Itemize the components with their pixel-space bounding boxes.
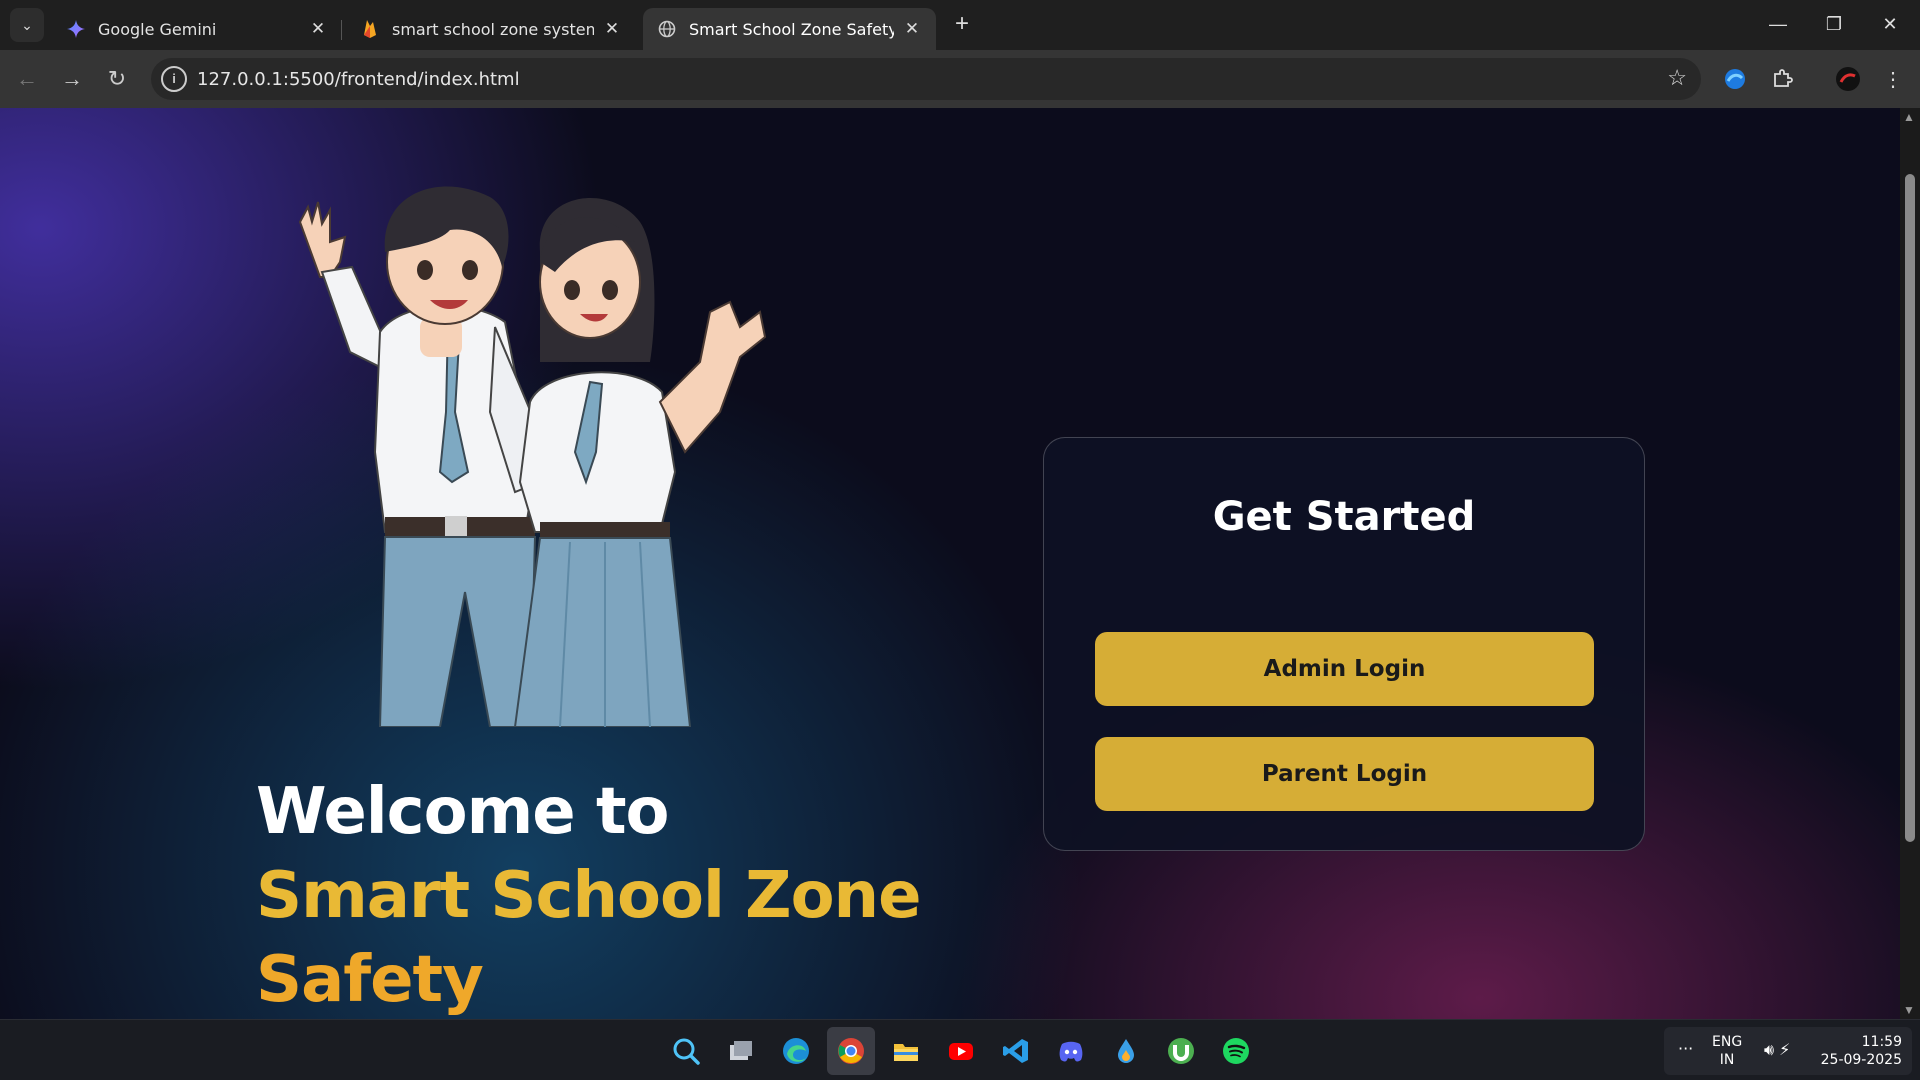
reload-icon: ↻ bbox=[107, 66, 127, 91]
lang-region: IN bbox=[1719, 1052, 1735, 1068]
close-icon[interactable]: ✕ bbox=[902, 19, 922, 39]
scroll-up-icon[interactable]: ▲ bbox=[1903, 110, 1915, 124]
welcome-line-1: Welcome to bbox=[256, 775, 669, 849]
menu-kebab-icon[interactable]: ⋮ bbox=[1878, 64, 1908, 94]
chevron-down-icon: ⌄ bbox=[21, 17, 33, 33]
arrow-left-icon: ← bbox=[16, 66, 38, 91]
welcome-heading: Welcome to Smart School Zone Safety bbox=[256, 770, 921, 1019]
web-page: Welcome to Smart School Zone Safety Get … bbox=[0, 108, 1900, 1019]
girl-figure bbox=[513, 198, 767, 727]
bookmark-star-icon[interactable]: ☆ bbox=[1667, 65, 1687, 91]
browser-tab-strip: ⌄ Google Gemini ✕ smart school zone syst… bbox=[0, 0, 1920, 50]
tab-google-gemini[interactable]: Google Gemini ✕ bbox=[52, 8, 342, 50]
discord-icon[interactable] bbox=[1047, 1027, 1095, 1075]
tab-firebase[interactable]: smart school zone system – Dat ✕ bbox=[346, 8, 636, 50]
search-icon[interactable] bbox=[662, 1027, 710, 1075]
browser-toolbar: ← → ↻ i 127.0.0.1:5500/frontend/index.ht… bbox=[0, 50, 1920, 108]
page-scrollbar[interactable]: ▲ ▼ bbox=[1900, 108, 1920, 1019]
site-info-icon[interactable]: i bbox=[161, 66, 187, 92]
vscode-icon[interactable] bbox=[992, 1027, 1040, 1075]
extensions-puzzle-icon[interactable] bbox=[1767, 64, 1797, 94]
tab-title: smart school zone system – Dat bbox=[392, 19, 594, 39]
firebase-icon bbox=[360, 19, 380, 39]
youtube-icon[interactable] bbox=[937, 1027, 985, 1075]
globe-icon bbox=[657, 19, 677, 39]
system-tray: ··· ENG IN 🔊︎ ⚡︎ 11:59 25-09-2025 bbox=[1664, 1027, 1912, 1075]
volume-battery-icon[interactable]: 🔊︎ ⚡︎ bbox=[1764, 1040, 1790, 1060]
close-window-button[interactable]: ✕ bbox=[1862, 6, 1918, 42]
task-view-icon[interactable] bbox=[717, 1027, 765, 1075]
welcome-line-3: Safety bbox=[256, 943, 484, 1017]
close-icon[interactable]: ✕ bbox=[602, 19, 622, 39]
welcome-line-2: Smart School Zone bbox=[256, 859, 921, 933]
back-button[interactable]: ← bbox=[10, 62, 44, 96]
gemini-icon bbox=[66, 19, 86, 39]
clock-date: 25-09-2025 bbox=[1820, 1052, 1902, 1068]
extension-blue-icon[interactable] bbox=[1720, 64, 1750, 94]
drop-icon[interactable] bbox=[1102, 1027, 1150, 1075]
reload-button[interactable]: ↻ bbox=[100, 62, 134, 96]
spotify-icon[interactable] bbox=[1212, 1027, 1260, 1075]
forward-button[interactable]: → bbox=[55, 62, 89, 96]
utorrent-icon[interactable] bbox=[1157, 1027, 1205, 1075]
tab-title: Google Gemini bbox=[98, 19, 217, 39]
boy-figure bbox=[298, 186, 542, 727]
scrollbar-thumb[interactable] bbox=[1905, 174, 1915, 842]
students-waving-illustration bbox=[298, 186, 767, 727]
language-indicator[interactable]: ENG IN bbox=[1712, 1033, 1742, 1069]
windows-taskbar: ··· ENG IN 🔊︎ ⚡︎ 11:59 25-09-2025 bbox=[0, 1019, 1920, 1080]
profile-avatar[interactable] bbox=[1833, 64, 1863, 94]
edge-icon[interactable] bbox=[772, 1027, 820, 1075]
get-started-card: Get Started Admin Login Parent Login bbox=[1043, 437, 1645, 851]
file-explorer-icon[interactable] bbox=[882, 1027, 930, 1075]
chrome-icon[interactable] bbox=[827, 1027, 875, 1075]
parent-login-button[interactable]: Parent Login bbox=[1095, 737, 1594, 811]
admin-login-button[interactable]: Admin Login bbox=[1095, 632, 1594, 706]
clock-time: 11:59 bbox=[1861, 1034, 1902, 1050]
close-icon[interactable]: ✕ bbox=[308, 19, 328, 39]
tab-title: Smart School Zone Safety - Wel bbox=[689, 19, 894, 39]
arrow-right-icon: → bbox=[61, 66, 83, 91]
url-text[interactable]: 127.0.0.1:5500/frontend/index.html bbox=[197, 69, 520, 90]
clock[interactable]: 11:59 25-09-2025 bbox=[1821, 1033, 1902, 1069]
tray-overflow-button[interactable]: ··· bbox=[1678, 1039, 1693, 1058]
lang-code: ENG bbox=[1712, 1034, 1743, 1050]
new-tab-button[interactable]: + bbox=[948, 10, 976, 38]
scroll-down-icon[interactable]: ▼ bbox=[1903, 1003, 1915, 1017]
tab-smart-school-zone[interactable]: Smart School Zone Safety - Wel ✕ bbox=[643, 8, 936, 50]
card-title: Get Started bbox=[1212, 494, 1476, 540]
minimize-button[interactable]: — bbox=[1750, 6, 1806, 42]
address-bar[interactable]: i 127.0.0.1:5500/frontend/index.html ☆ bbox=[151, 58, 1701, 100]
restore-button[interactable]: ❐ bbox=[1806, 6, 1862, 42]
tab-search-button[interactable]: ⌄ bbox=[10, 8, 44, 42]
